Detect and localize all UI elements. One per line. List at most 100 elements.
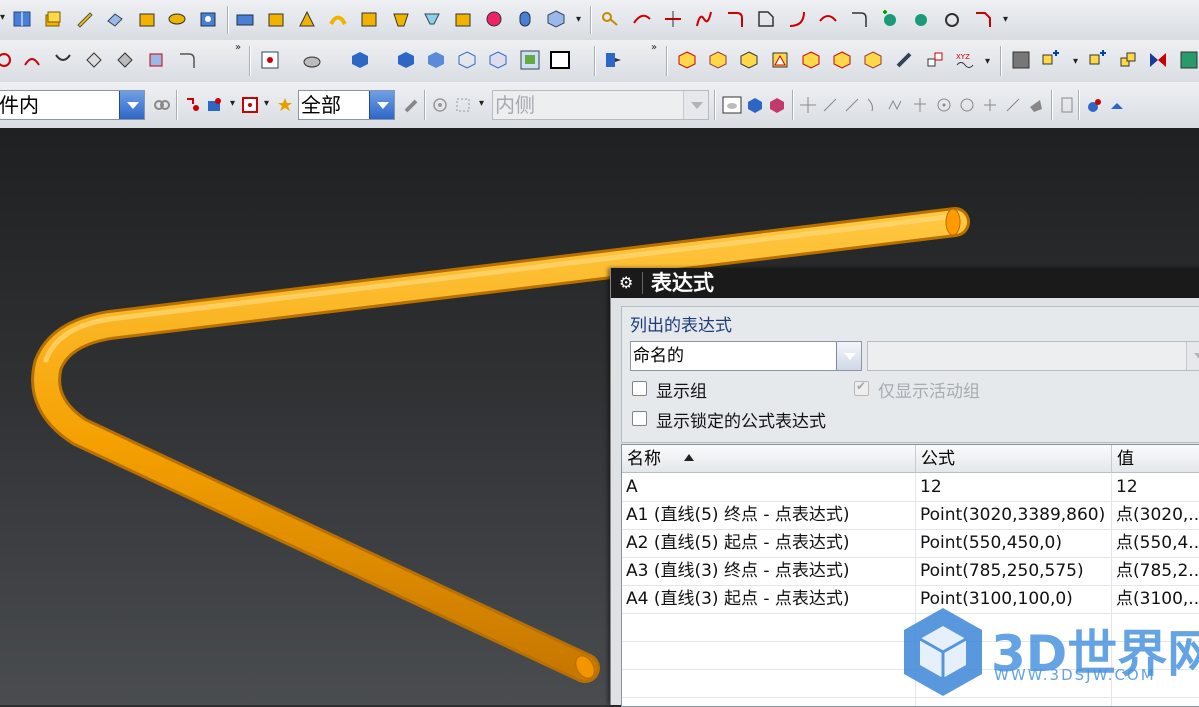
snap-quadrant-icon[interactable] — [957, 95, 977, 115]
replace-component-icon[interactable] — [863, 50, 883, 70]
show-group-checkbox[interactable] — [632, 381, 647, 396]
table-icon[interactable] — [1057, 95, 1077, 115]
star-select-icon[interactable] — [275, 95, 295, 115]
gear-icon[interactable]: ⚙ — [619, 268, 633, 298]
brush-icon[interactable] — [402, 95, 422, 115]
arc-icon[interactable] — [787, 9, 807, 29]
snap-mid-icon[interactable] — [842, 95, 862, 115]
rectangle-select-icon[interactable] — [453, 95, 473, 115]
book-icon[interactable] — [12, 9, 32, 29]
hidden-line-icon[interactable] — [488, 50, 508, 70]
body-filter-icon[interactable] — [745, 95, 765, 115]
face-icon[interactable] — [297, 9, 317, 29]
blend-icon[interactable] — [453, 9, 473, 29]
snap-end-icon[interactable] — [820, 95, 840, 115]
snap-any-icon[interactable] — [798, 95, 818, 115]
lasso-icon[interactable] — [430, 95, 450, 115]
chevron-down-icon[interactable] — [1186, 342, 1199, 370]
more-icon[interactable]: ▾ — [479, 98, 484, 109]
cylinder-icon[interactable] — [515, 9, 535, 29]
dialog-title-bar[interactable]: ⚙ 表达式 — [611, 268, 1199, 298]
chamfer-icon[interactable] — [391, 9, 411, 29]
snap-point-on-curve-icon[interactable] — [910, 95, 930, 115]
selection-type-combo[interactable]: 全部 — [298, 90, 395, 120]
drawing-icon[interactable] — [1011, 50, 1031, 70]
column-header-value[interactable]: 值 — [1112, 445, 1199, 473]
wrap-icon[interactable] — [115, 50, 135, 70]
snap-center-icon[interactable] — [934, 95, 954, 115]
chevron-down-icon[interactable] — [683, 91, 708, 119]
orient-icon[interactable] — [603, 50, 623, 70]
pad-icon[interactable] — [266, 9, 286, 29]
xyz-icon[interactable]: XYZ — [955, 50, 975, 70]
background-icon[interactable] — [550, 50, 570, 70]
edit-point-icon[interactable] — [911, 9, 931, 29]
more-icon[interactable]: » — [235, 42, 241, 53]
table-row[interactable]: A3 (直线(3) 终点 - 点表达式) Point(785,250,575) … — [622, 557, 1199, 586]
revolve-icon[interactable] — [167, 9, 187, 29]
pattern-icon[interactable] — [484, 9, 504, 29]
warning-icon[interactable] — [770, 50, 790, 70]
offset-curve-icon[interactable] — [22, 50, 42, 70]
chamfer-curve-icon[interactable] — [973, 9, 993, 29]
eraser-icon[interactable] — [105, 9, 125, 29]
more-icon[interactable]: ▾ — [985, 56, 990, 67]
table-row[interactable]: A1 (直线(5) 终点 - 点表达式) Point(3020,3389,860… — [622, 501, 1199, 530]
component-filter-icon[interactable] — [767, 95, 787, 115]
studio-icon[interactable] — [520, 50, 540, 70]
chevron-down-icon[interactable] — [369, 91, 394, 119]
add-component-icon[interactable] — [739, 50, 759, 70]
assembly-icon[interactable] — [677, 50, 697, 70]
paint-icon[interactable] — [1107, 95, 1127, 115]
more-icon[interactable]: ▾ — [0, 12, 5, 23]
component-icon[interactable] — [708, 50, 728, 70]
show-locked-checkbox[interactable] — [632, 411, 647, 426]
explode-icon[interactable] — [1179, 50, 1199, 70]
display-filter-icon[interactable] — [722, 95, 742, 115]
more-icon[interactable]: ▾ — [1073, 56, 1078, 67]
join-curve-icon[interactable] — [53, 50, 73, 70]
table-row[interactable]: A 12 12 — [622, 473, 1199, 502]
corner-icon[interactable] — [756, 9, 776, 29]
mirror-assembly-icon[interactable] — [1148, 50, 1168, 70]
wireframe-cube-icon[interactable] — [457, 50, 477, 70]
loop-icon[interactable] — [0, 50, 14, 70]
snap-control-icon[interactable] — [864, 95, 884, 115]
boss-icon[interactable] — [235, 9, 255, 29]
more-icon[interactable]: ▾ — [576, 14, 581, 25]
column-header-name[interactable]: 名称 — [622, 445, 916, 473]
delete-component-icon[interactable] — [832, 50, 852, 70]
snap-on-face-icon[interactable] — [1026, 95, 1046, 115]
chevron-down-icon[interactable] — [119, 91, 144, 119]
more-icon[interactable]: ▾ — [230, 98, 235, 109]
link-icon[interactable] — [1118, 50, 1138, 70]
point-set-icon[interactable] — [942, 9, 962, 29]
sweep-icon[interactable] — [328, 9, 348, 29]
move-component-icon[interactable] — [894, 50, 914, 70]
link-parts-icon[interactable] — [152, 95, 172, 115]
bridge-icon[interactable] — [818, 9, 838, 29]
draft-icon[interactable] — [422, 9, 442, 29]
trim-icon[interactable] — [663, 9, 683, 29]
spline-icon[interactable] — [694, 9, 714, 29]
curve-icon[interactable] — [632, 9, 652, 29]
only-active-group-checkbox[interactable] — [854, 379, 869, 396]
constraint-icon[interactable] — [925, 50, 945, 70]
more-icon[interactable]: ▾ — [264, 98, 269, 109]
view-top-icon[interactable] — [426, 50, 446, 70]
shell-icon[interactable] — [359, 9, 379, 29]
more-icon[interactable]: ▾ — [1003, 14, 1008, 25]
snap-point-icon[interactable] — [240, 95, 260, 115]
project-curve-icon[interactable] — [84, 50, 104, 70]
render-style-icon[interactable] — [302, 50, 322, 70]
face-side-combo[interactable]: 内侧 — [492, 90, 709, 120]
filter-scope-combo[interactable]: 件内 — [0, 90, 145, 120]
view-iso-icon[interactable] — [396, 50, 416, 70]
shaded-cube-icon[interactable] — [350, 50, 370, 70]
chevron-down-icon[interactable] — [836, 342, 861, 370]
extract-curve-icon[interactable] — [146, 50, 166, 70]
column-header-formula[interactable]: 公式 — [916, 445, 1112, 473]
group-filter-combo[interactable] — [867, 341, 1199, 371]
mate-icon[interactable] — [801, 50, 821, 70]
more-icon[interactable]: » — [651, 42, 657, 53]
